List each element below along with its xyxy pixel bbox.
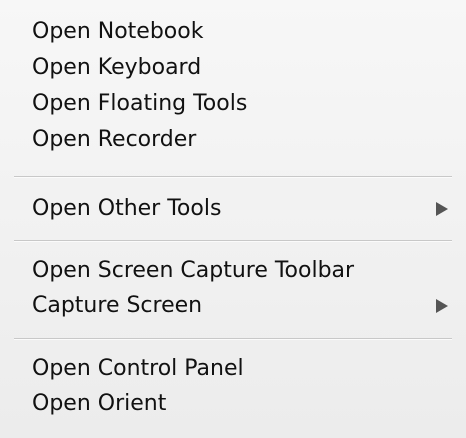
- menu-item-label: Open Other Tools: [32, 196, 222, 221]
- menu-item-open-floating-tools[interactable]: Open Floating Tools: [32, 88, 458, 120]
- submenu-arrow-icon: [436, 202, 448, 216]
- menu-item-label: Open Keyboard: [32, 55, 202, 80]
- menu-item-label: Open Floating Tools: [32, 91, 248, 116]
- menu-item-open-orient[interactable]: Open Orient: [32, 388, 458, 420]
- menu-item-open-notebook[interactable]: Open Notebook: [32, 16, 458, 48]
- menu-item-open-screen-capture-toolbar[interactable]: Open Screen Capture Toolbar: [32, 255, 458, 287]
- menu-item-label: Open Orient: [32, 391, 167, 416]
- context-menu: Open Notebook Open Keyboard Open Floatin…: [0, 0, 466, 438]
- menu-item-open-keyboard[interactable]: Open Keyboard: [32, 52, 458, 84]
- menu-item-label: Open Recorder: [32, 127, 197, 152]
- menu-item-label: Capture Screen: [32, 293, 203, 318]
- menu-item-capture-screen[interactable]: Capture Screen: [32, 290, 458, 322]
- menu-item-label: Open Control Panel: [32, 356, 244, 381]
- menu-item-label: Open Screen Capture Toolbar: [32, 258, 355, 283]
- menu-separator: [14, 338, 452, 340]
- menu-item-open-recorder[interactable]: Open Recorder: [32, 124, 458, 156]
- menu-separator: [14, 176, 452, 178]
- submenu-arrow-icon: [436, 299, 448, 313]
- menu-separator: [14, 240, 452, 242]
- menu-item-open-control-panel[interactable]: Open Control Panel: [32, 353, 458, 385]
- menu-item-open-other-tools[interactable]: Open Other Tools: [32, 193, 458, 225]
- menu-item-label: Open Notebook: [32, 19, 204, 44]
